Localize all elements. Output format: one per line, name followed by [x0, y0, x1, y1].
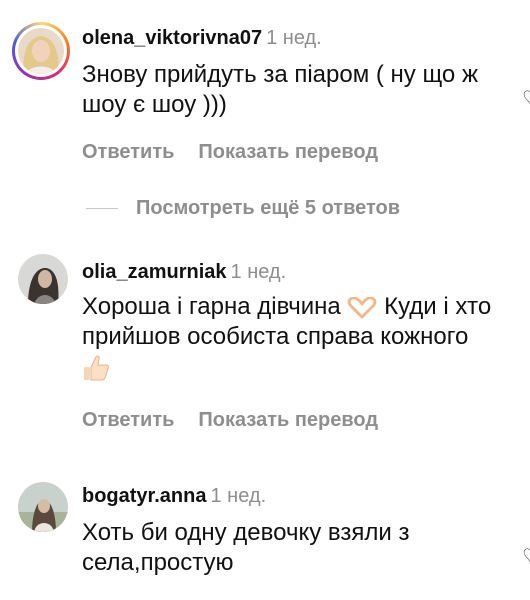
translate-button[interactable]: Показать перевод	[198, 409, 378, 431]
reply-button[interactable]: Ответить	[82, 409, 174, 431]
timestamp: 1 нед.	[230, 261, 287, 283]
comment-actions: Ответить Показать перевод	[82, 140, 378, 164]
translate-button[interactable]: Показать перевод	[198, 141, 378, 163]
avatar[interactable]	[12, 22, 70, 80]
avatar[interactable]	[18, 254, 68, 304]
replies-divider	[86, 207, 118, 209]
comment-actions: Ответить Показать перевод	[82, 408, 378, 432]
avatar[interactable]	[18, 482, 68, 532]
comment-item: bogatyr.anna 1 нед. Хоть би одну девочку …	[0, 470, 530, 600]
view-replies-button[interactable]: Посмотреть ещё 5 ответов	[86, 196, 400, 220]
username[interactable]: olena_viktorivna07	[82, 27, 262, 49]
heart-icon[interactable]: ♡	[522, 86, 530, 106]
heart-icon[interactable]: ♡	[522, 544, 530, 564]
timestamp: 1 нед.	[210, 485, 267, 507]
comment-text: Хороша і гарна дівчина Куди і хто прийшо…	[82, 292, 502, 382]
comment-item: olena_viktorivna07 1 нед. Знову прийдуть …	[0, 0, 530, 190]
view-replies-label: Посмотреть ещё 5 ответов	[136, 197, 401, 219]
comment-header: bogatyr.anna 1 нед.	[82, 484, 266, 508]
reply-button[interactable]: Ответить	[82, 141, 174, 163]
username[interactable]: bogatyr.anna	[82, 485, 206, 507]
comment-item: olia_zamurniak 1 нед. Хороша і гарна дівч…	[0, 240, 530, 440]
avatar-photo	[18, 482, 68, 532]
comment-header: olia_zamurniak 1 нед.	[82, 260, 286, 284]
avatar-photo	[18, 28, 64, 74]
username[interactable]: olia_zamurniak	[82, 261, 227, 283]
avatar-photo	[18, 254, 68, 304]
comment-text: Знову прийдуть за піаром ( ну що ж шоу є…	[82, 61, 478, 118]
comment-text: Хоть би одну девочку взяли з села,просту…	[82, 519, 410, 576]
thumbs-up-emoji	[82, 354, 110, 382]
heart-hands-emoji	[347, 296, 377, 319]
timestamp: 1 нед.	[266, 27, 322, 49]
comment-header: olena_viktorivna07 1 нед.	[82, 26, 322, 50]
comment-text-line: Хороша і гарна дівчина	[82, 293, 341, 320]
